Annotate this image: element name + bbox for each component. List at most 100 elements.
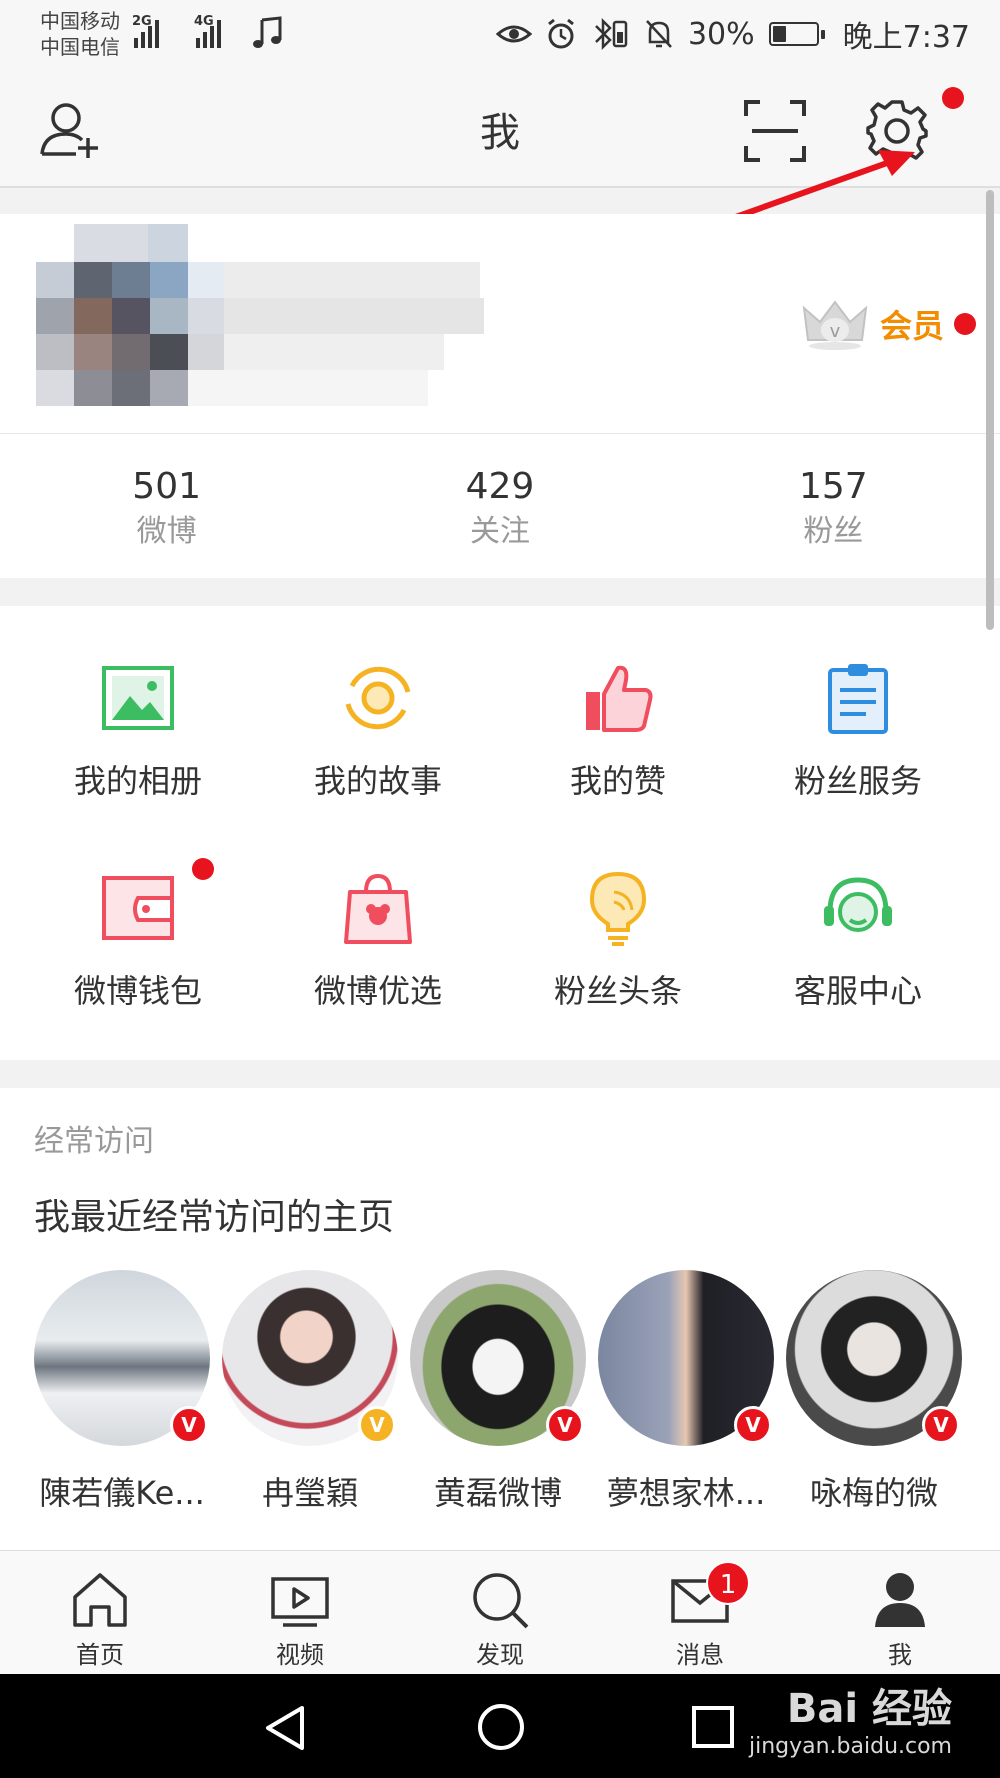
frequent-account[interactable]: V 冉瑩穎 [222,1270,398,1514]
verified-badge-icon: V [358,1406,396,1444]
tab-messages[interactable]: 消息 1 [600,1551,800,1674]
bottom-tab-bar: 首页 视频 发现 消息 1 我 [0,1550,1000,1674]
scrollbar[interactable] [986,190,994,630]
alarm-icon [548,18,574,49]
settings-notification-dot [942,87,964,109]
stat-label: 关注 [469,514,530,549]
person-icon [875,1573,925,1627]
verified-badge-icon: V [734,1406,772,1444]
wallet-icon [102,876,174,940]
top-nav-bar: 我 [0,74,1000,227]
grid-item-label: 微博优选 [313,972,442,1010]
verified-badge-icon: V [546,1406,584,1444]
frequent-visits-section: 经常访问 我最近经常访问的主页 V 陳若儀Ke... V 冉瑩穎 V 黄磊微博 … [0,1088,1000,1550]
home-circle-icon[interactable] [476,1702,526,1752]
grid-item-label: 粉丝头条 [553,972,682,1010]
verified-badge-icon: V [170,1406,208,1444]
baidu-jingyan-watermark: Bai 经验 jingyan.baidu.com [749,1676,952,1759]
tab-me[interactable]: 我 [800,1551,1000,1674]
frequent-account[interactable]: V 陳若儀Ke... [34,1270,210,1514]
tab-label: 我 [888,1641,912,1669]
grid-item-wallet[interactable]: 微博钱包 [18,858,258,1012]
video-icon [271,1577,329,1627]
feature-grid: 我的相册 我的故事 我的赞 粉丝服务 微博钱包 微博优选 粉丝头条 客服中心 [0,606,1000,1060]
tab-discover[interactable]: 发现 [400,1551,600,1674]
shopping-bag-icon [344,873,412,944]
mute-bell-icon [646,20,672,48]
stats-row: 501 微博 429 关注 157 粉丝 [0,434,1000,578]
vip-membership[interactable]: v 会员 [800,296,976,352]
eye-icon [495,25,532,43]
account-name: 陳若儀Ke... [39,1474,205,1512]
tab-home[interactable]: 首页 [0,1551,200,1674]
carrier-1: 中国移动 [40,9,120,33]
frequent-account[interactable]: V 咏梅的微 [786,1270,962,1514]
back-icon[interactable] [262,1704,308,1752]
grid-item-shop[interactable]: 微博优选 [258,868,498,1012]
clock: 晚上7:37 [842,20,970,55]
grid-item-label: 微博钱包 [73,972,202,1010]
grid-item-fan-service[interactable]: 粉丝服务 [738,658,978,802]
stat-fans[interactable]: 157 粉丝 [667,434,1000,578]
vip-crown-icon: v [802,300,868,350]
section-subtitle: 经常访问 [34,1124,154,1159]
home-icon [73,1573,127,1627]
status-bar: 中国移动 中国电信 2G 4G 30% 晚上7:37 [0,0,1000,74]
unread-count-badge: 1 [706,1561,750,1605]
watermark-brand: Bai 经验 [786,1686,952,1732]
lightbulb-icon [589,871,647,946]
tab-label: 发现 [476,1641,524,1669]
stat-label: 微博 [136,514,197,549]
frequent-account[interactable]: V 黄磊微博 [410,1270,586,1514]
photo-album-icon [102,666,174,730]
stat-value: 501 [132,466,202,507]
account-name: 冉瑩穎 [261,1474,358,1512]
account-name: 黄磊微博 [433,1474,562,1512]
stat-weibo[interactable]: 501 微博 [0,434,333,578]
stat-following[interactable]: 429 关注 [333,434,666,578]
signal-4g-icon: 4G [194,14,221,48]
thumbs-up-icon [586,665,653,732]
grid-item-story[interactable]: 我的故事 [258,658,498,802]
frequent-account[interactable]: V 夢想家林... [598,1270,774,1514]
grid-item-likes[interactable]: 我的赞 [498,658,738,802]
stat-value: 157 [798,466,868,507]
grid-item-label: 粉丝服务 [793,762,922,800]
account-name: 咏梅的微 [809,1474,938,1512]
status-right: 30% 晚上7:37 [495,14,970,55]
battery-percent: 30% [687,16,755,52]
verified-badge-icon: V [922,1406,960,1444]
vip-label: 会员 [879,307,944,345]
svg-text:v: v [830,321,841,342]
music-note-icon [253,16,282,48]
grid-item-support[interactable]: 客服中心 [738,868,978,1012]
tab-label: 消息 [676,1641,724,1669]
carrier-names: 中国移动 中国电信 [40,8,120,60]
story-icon [345,666,411,730]
grid-item-fan-headlines[interactable]: 粉丝头条 [498,868,738,1012]
bluetooth-vibrate-icon [595,17,628,51]
tab-label: 视频 [276,1641,324,1669]
grid-item-label: 我的故事 [313,762,442,800]
tab-label: 首页 [76,1641,124,1669]
watermark-url: jingyan.baidu.com [748,1734,952,1759]
network-type-2: 4G [194,14,214,29]
avatar[interactable] [0,214,520,434]
stat-value: 429 [465,466,535,507]
grid-item-label: 我的相册 [73,762,202,800]
tab-video[interactable]: 视频 [200,1551,400,1674]
recents-icon[interactable] [690,1704,736,1750]
wallet-notification-dot [192,858,214,880]
grid-item-album[interactable]: 我的相册 [18,658,258,802]
profile-card[interactable]: v 会员 [0,214,1000,434]
vip-notification-dot [954,313,976,335]
grid-item-label: 客服中心 [793,972,922,1010]
headset-icon [824,877,892,932]
network-type-1: 2G [132,14,152,29]
battery-icon [768,22,825,46]
clipboard-icon [828,664,888,734]
carrier-2: 中国电信 [40,35,120,59]
account-name: 夢想家林... [606,1474,766,1512]
section-heading: 我最近经常访问的主页 [34,1197,395,1238]
signal-2g-icon: 2G [132,14,159,48]
